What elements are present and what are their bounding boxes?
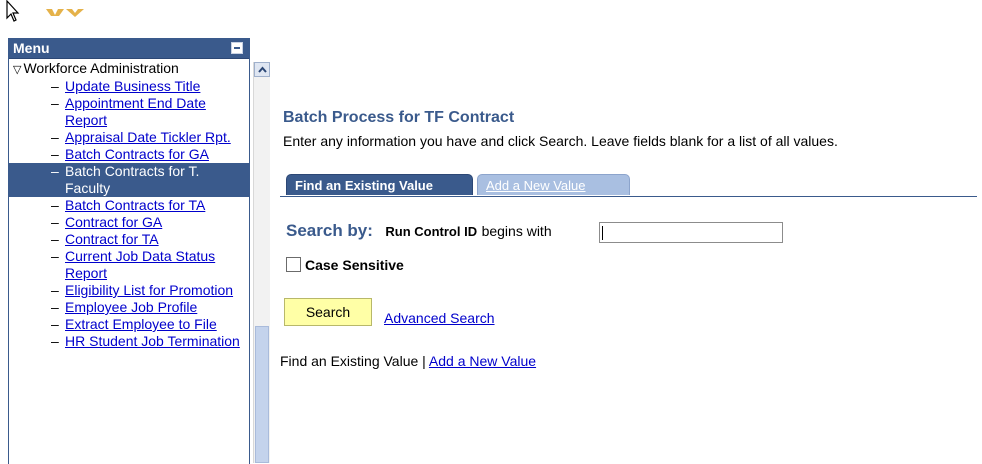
menu-panel: Menu ▽ Workforce Administration – Update B… — [8, 38, 250, 464]
case-sensitive-label: Case Sensitive — [305, 257, 404, 273]
find-existing-value-text: Find an Existing Value — [280, 353, 419, 369]
menu-item-current-job-data-status-report[interactable]: – Current Job Data Status Report — [9, 248, 249, 282]
menu-body: ▽ Workforce Administration – Update Busine… — [9, 59, 249, 464]
link-separator: | — [422, 353, 426, 369]
menu-folder-workforce-administration[interactable]: ▽ Workforce Administration — [9, 59, 249, 78]
logo-icon — [46, 9, 84, 17]
instructions-text: Enter any information you have and click… — [283, 133, 838, 149]
menu-item-hr-student-job-termination[interactable]: – HR Student Job Termination — [9, 333, 249, 350]
menu-folder-label: Workforce Administration — [23, 60, 179, 76]
collapse-icon[interactable] — [231, 42, 243, 54]
run-control-id-input[interactable] — [599, 222, 783, 243]
menu-item-batch-contracts-for-ta[interactable]: – Batch Contracts for TA — [9, 197, 249, 214]
menu-item-appraisal-date-tickler-rpt[interactable]: – Appraisal Date Tickler Rpt. — [9, 129, 249, 146]
menu-item-employee-job-profile[interactable]: – Employee Job Profile — [9, 299, 249, 316]
scroll-up-arrow-icon — [258, 66, 267, 73]
expanded-triangle-icon: ▽ — [13, 64, 22, 76]
search-by-label: Search by: — [286, 221, 373, 240]
add-new-value-link[interactable]: Add a New Value — [429, 353, 536, 369]
menu-item-eligibility-list-for-promotion[interactable]: – Eligibility List for Promotion — [9, 282, 249, 299]
menu-item-contract-for-ta[interactable]: – Contract for TA — [9, 231, 249, 248]
menu-title: Menu — [13, 40, 50, 56]
tab-add-new-value[interactable]: Add a New Value — [477, 174, 630, 195]
page-title: Batch Process for TF Contract — [283, 109, 515, 126]
menu-item-batch-contracts-for-ga[interactable]: – Batch Contracts for GA — [9, 146, 249, 163]
tab-add-new-value-label: Add a New Value — [486, 178, 586, 193]
menu-item-extract-employee-to-file[interactable]: – Extract Employee to File — [9, 316, 249, 333]
menu-items: – Update Business Title – Appointment End … — [9, 78, 249, 350]
search-criteria-row: Search by: Run Control ID begins with — [286, 221, 783, 245]
scroll-up-button[interactable] — [254, 62, 270, 77]
menu-item-update-business-title[interactable]: – Update Business Title — [9, 78, 249, 95]
menu-item-contract-for-ga[interactable]: – Contract for GA — [9, 214, 249, 231]
menu-item-appointment-end-date-report[interactable]: – Appointment End Date Report — [9, 95, 249, 129]
menu-scrollbar[interactable] — [253, 62, 270, 463]
scroll-thumb[interactable] — [255, 326, 269, 463]
begins-with-label: begins with — [481, 223, 552, 239]
run-control-id-label: Run Control ID — [385, 223, 478, 239]
case-sensitive-row[interactable]: Case Sensitive — [286, 257, 404, 273]
bottom-links: Find an Existing Value | Add a New Value — [280, 353, 536, 369]
menu-item-batch-contracts-for-t-faculty[interactable]: – Batch Contracts for T. Faculty — [9, 163, 249, 197]
menu-header: Menu — [9, 39, 249, 59]
search-button[interactable]: Search — [284, 298, 372, 326]
case-sensitive-checkbox[interactable] — [286, 257, 301, 272]
tab-find-existing-value[interactable]: Find an Existing Value — [286, 174, 473, 195]
advanced-search-link[interactable]: Advanced Search — [384, 310, 495, 326]
mouse-pointer-icon — [6, 0, 20, 22]
main-content: Batch Process for TF Contract Enter any … — [280, 0, 982, 463]
tab-bar: Find an Existing Value Add a New Value — [280, 174, 977, 197]
text-cursor — [602, 226, 603, 240]
